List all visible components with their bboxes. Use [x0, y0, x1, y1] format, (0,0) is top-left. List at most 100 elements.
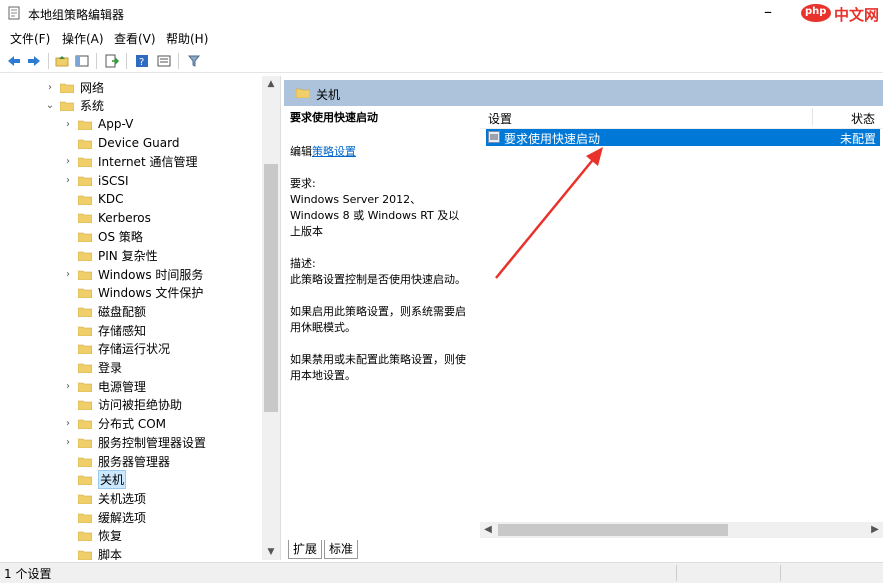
tree-item[interactable]: 登录 [62, 359, 122, 377]
tree-item-label: 存储运行状况 [98, 342, 171, 357]
tree-item[interactable]: › 网络 [44, 78, 104, 96]
edit-policy-link[interactable]: 策略设置 [312, 145, 356, 158]
scroll-thumb[interactable] [264, 164, 278, 412]
tree-item[interactable]: › iSCSI [62, 172, 129, 190]
tree-item[interactable]: › 分布式 COM [62, 415, 166, 433]
menu-view[interactable]: 查看(V) [114, 30, 156, 47]
folder-icon [78, 307, 92, 317]
folder-icon [78, 475, 92, 486]
tree-item[interactable]: Kerberos [62, 209, 151, 227]
tree-item[interactable]: 脚本 [62, 546, 123, 560]
tree-item-label: 缓解选项 [98, 510, 147, 525]
column-setting[interactable]: 设置 [488, 110, 512, 127]
filter-icon[interactable] [186, 53, 202, 69]
tree-item[interactable]: 缓解选项 [62, 508, 146, 526]
forward-arrow-icon[interactable] [26, 53, 42, 69]
minimize-button[interactable]: – [764, 2, 772, 21]
chevron-right-icon[interactable]: › [62, 418, 74, 429]
menu-help[interactable]: 帮助(H) [166, 30, 208, 47]
details-pane: 关机 要求使用快速启动 编辑策略设置 要求: Windows Server 20… [284, 76, 883, 560]
folder-icon [78, 401, 92, 411]
tree-vertical-scrollbar[interactable]: ▲ ▼ [262, 76, 280, 560]
chevron-right-icon[interactable]: › [62, 156, 74, 167]
requirements-block: 要求: Windows Server 2012、Windows 8 或 Wind… [290, 176, 470, 240]
tree-item[interactable]: OS 策略 [62, 228, 143, 246]
tree-item-label: 访问被拒绝协助 [98, 398, 183, 413]
tree-item[interactable]: PIN 复杂性 [62, 246, 158, 264]
tree-item-label: 脚本 [98, 548, 123, 560]
tree-item[interactable]: Windows 文件保护 [62, 284, 203, 302]
tree-item[interactable]: › Internet 通信管理 [62, 153, 197, 171]
show-hide-tree-icon[interactable] [74, 53, 90, 69]
scroll-right-icon[interactable]: ▶ [867, 522, 883, 538]
tree-item[interactable]: › 服务控制管理器设置 [62, 433, 206, 451]
tree-item[interactable]: KDC [62, 190, 124, 208]
list-horizontal-scrollbar[interactable]: ◀ ▶ [480, 522, 883, 538]
list-header: 设置 状态 [480, 106, 883, 129]
back-arrow-icon[interactable] [6, 53, 22, 69]
tree-item[interactable]: 存储感知 [62, 321, 146, 339]
chevron-right-icon[interactable]: › [62, 381, 74, 392]
chevron-right-icon[interactable]: › [62, 269, 74, 280]
policy-title: 要求使用快速启动 [290, 111, 378, 124]
tree-item-label: PIN 复杂性 [98, 248, 158, 263]
scroll-down-icon[interactable]: ▼ [262, 544, 280, 560]
tree-item-label: KDC [98, 192, 124, 207]
column-state[interactable]: 状态 [851, 110, 875, 127]
tree-item[interactable]: 服务器管理器 [62, 452, 170, 470]
folder-icon [78, 270, 92, 280]
tree-item[interactable]: › Windows 时间服务 [62, 265, 203, 283]
chevron-right-icon[interactable]: › [44, 82, 56, 93]
chevron-right-icon[interactable]: › [62, 119, 74, 130]
requirements-label: 要求: [290, 177, 316, 190]
tree-item-label: 系统 [80, 99, 105, 114]
menu-file[interactable]: 文件(F) [10, 30, 50, 47]
description-label: 描述: [290, 257, 316, 270]
chevron-right-icon[interactable]: › [62, 437, 74, 448]
folder-icon [78, 363, 92, 373]
tree-item[interactable]: 恢复 [62, 527, 122, 545]
chevron-down-icon[interactable]: ⌄ [44, 100, 56, 111]
tree-item[interactable]: 关机选项 [62, 489, 146, 507]
tree-item[interactable]: 关机 [62, 470, 127, 490]
tree-item[interactable]: 磁盘配额 [62, 302, 146, 320]
tree-item-label: 电源管理 [98, 379, 147, 394]
tree-item-label: Windows 文件保护 [98, 286, 204, 301]
tree-item[interactable]: ⌄ 系统 [44, 97, 104, 115]
tree-item-label: 磁盘配额 [98, 304, 147, 319]
up-folder-icon[interactable] [54, 53, 70, 69]
description-panel: 要求使用快速启动 编辑策略设置 要求: Windows Server 2012、… [284, 106, 476, 536]
policy-setting-icon [488, 131, 500, 143]
tree-item[interactable]: › 电源管理 [62, 377, 146, 395]
tree-item-label: 登录 [98, 361, 123, 375]
folder-icon [78, 195, 92, 205]
export-list-icon[interactable] [104, 53, 120, 69]
h-scroll-thumb[interactable] [498, 524, 728, 536]
folder-icon [78, 382, 92, 392]
menu-action[interactable]: 操作(A) [62, 30, 104, 47]
folder-icon [78, 550, 92, 560]
tree-item-label: iSCSI [98, 173, 129, 188]
tab-standard[interactable]: 标准 [324, 540, 359, 559]
tree-item-label: App-V [98, 117, 134, 132]
scroll-up-icon[interactable]: ▲ [262, 76, 280, 92]
watermark-logo: php 中文网 [800, 2, 883, 24]
status-text: 1 个设置 [4, 567, 52, 581]
policy-tree: › 网络 ⌄ 系统 › App-V Device Guard › Internet 通信管理 › i… [0, 76, 281, 560]
tree-item-label: 分布式 COM [98, 417, 166, 432]
tree-item-label: 服务控制管理器设置 [98, 435, 207, 450]
enabled-text: 如果启用此策略设置，则系统需要启用休眠模式。 [290, 305, 466, 334]
tab-extended[interactable]: 扩展 [288, 540, 323, 559]
folder-icon [78, 251, 92, 261]
tree-item[interactable]: 访问被拒绝协助 [62, 396, 182, 414]
tree-item[interactable]: › App-V [62, 115, 133, 133]
status-bar: 1 个设置 [0, 562, 883, 583]
table-row[interactable]: 要求使用快速启动 未配置 [486, 129, 880, 146]
help-icon[interactable]: ? [134, 53, 150, 69]
tree-item[interactable]: Device Guard [62, 134, 179, 152]
properties-icon[interactable] [156, 53, 172, 69]
scroll-left-icon[interactable]: ◀ [480, 522, 496, 538]
tree-item[interactable]: 存储运行状况 [62, 340, 170, 358]
folder-icon [78, 344, 92, 355]
chevron-right-icon[interactable]: › [62, 175, 74, 186]
